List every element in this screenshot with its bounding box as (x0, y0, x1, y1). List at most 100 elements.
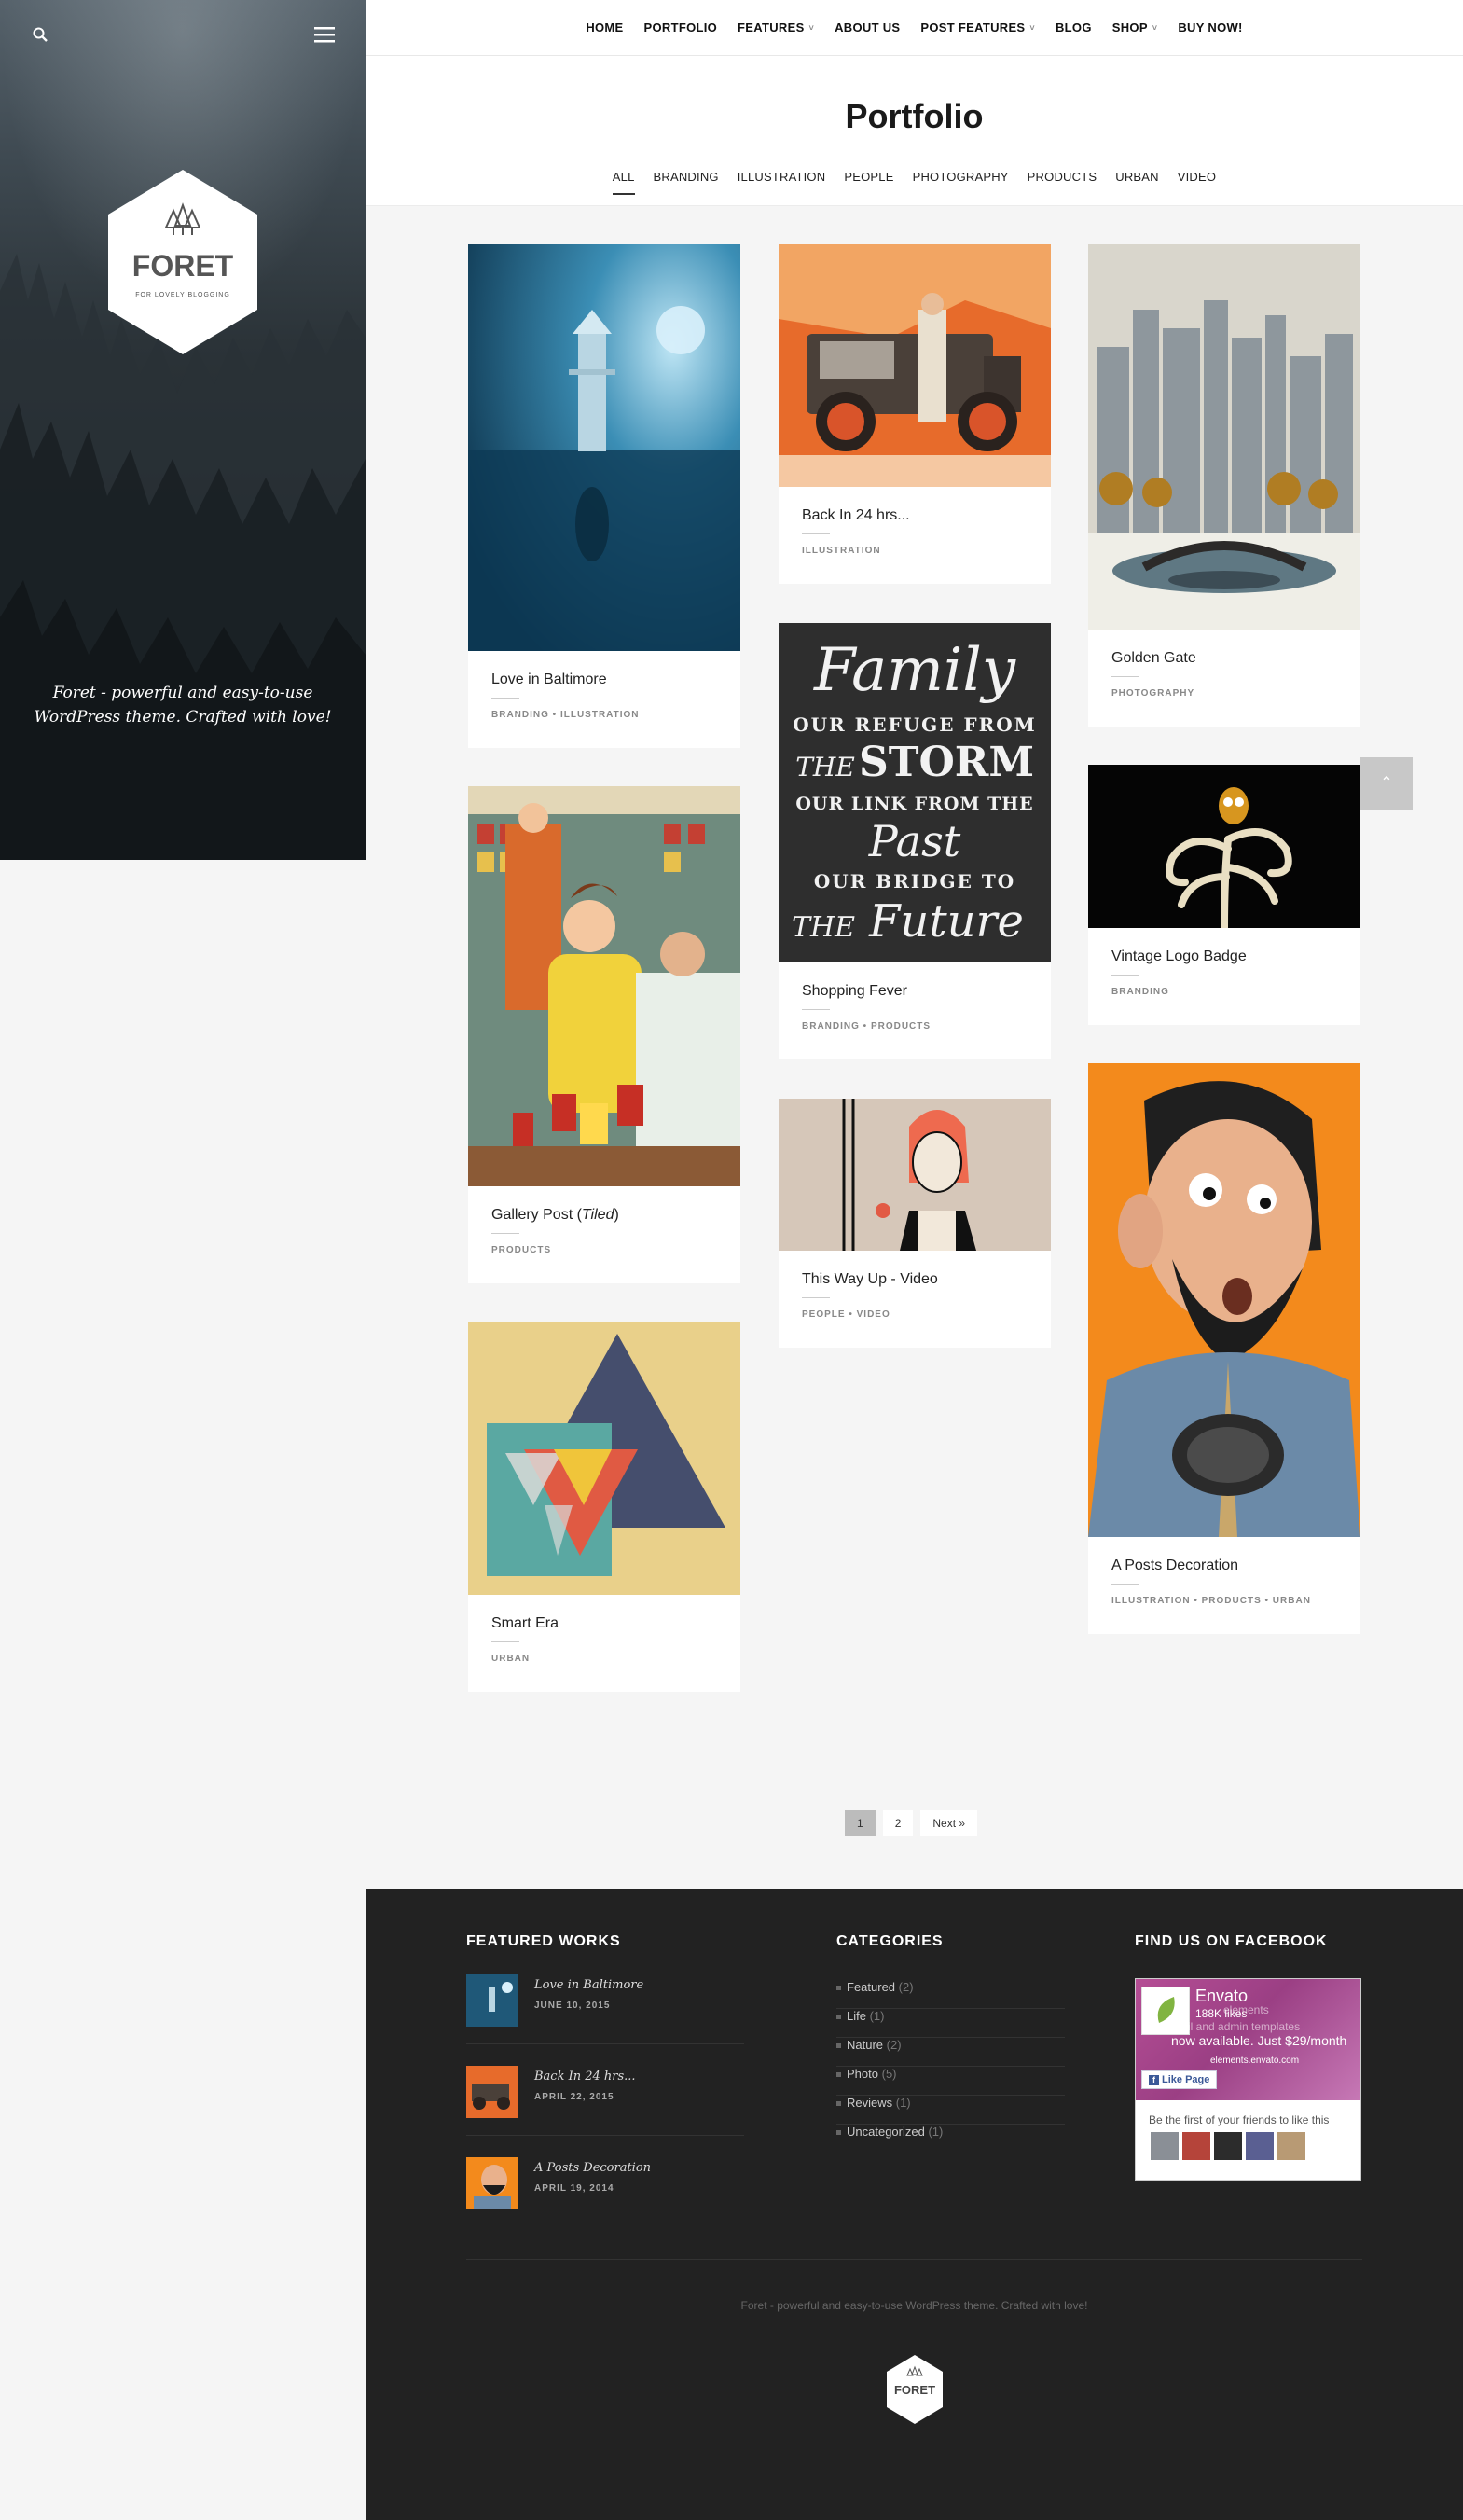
card-title[interactable]: A Posts Decoration (1111, 1558, 1337, 1574)
filter-products[interactable]: PRODUCTS (1028, 170, 1097, 193)
svg-text:OUR LINK FROM THE: OUR LINK FROM THE (795, 794, 1033, 814)
card-title[interactable]: Love in Baltimore (491, 672, 717, 688)
card-categories[interactable]: BRANDING (1111, 987, 1337, 997)
nav-item-label: POST FEATURES (920, 21, 1026, 35)
featured-thumb[interactable] (466, 2157, 518, 2209)
card-image-owl-tree[interactable] (1088, 765, 1360, 928)
card-title[interactable]: Gallery Post (Tiled) (491, 1207, 717, 1224)
featured-thumb[interactable] (466, 2066, 518, 2118)
portfolio-card[interactable]: Gallery Post (Tiled) PRODUCTS (468, 786, 740, 1283)
bullet-icon (836, 2072, 841, 2078)
filter-urban[interactable]: URBAN (1115, 170, 1159, 193)
card-title[interactable]: Golden Gate (1111, 650, 1337, 667)
card-image-chalkboard[interactable]: Family OUR REFUGE FROM THE STORM OUR LIN… (779, 623, 1051, 962)
friend-avatar[interactable] (1151, 2132, 1179, 2160)
card-image-lighthouse[interactable] (468, 244, 740, 651)
nav-item-blog[interactable]: BLOG (1056, 21, 1092, 35)
nav-item-shop[interactable]: SHOP ˅ (1112, 21, 1158, 35)
category-name: Life (847, 2009, 866, 2023)
filter-branding[interactable]: BRANDING (654, 170, 719, 193)
page-1-current[interactable]: 1 (845, 1810, 876, 1836)
page-2-link[interactable]: 2 (882, 1810, 914, 1836)
card-image-geometric[interactable] (468, 1322, 740, 1595)
category-item[interactable]: Featured (2) (836, 1980, 1065, 2009)
facebook-ad-url: elements.envato.com (1210, 2056, 1300, 2066)
menu-icon[interactable] (314, 26, 335, 43)
facebook-like-button[interactable]: f Like Page (1141, 2070, 1218, 2089)
category-item[interactable]: Life (1) (836, 2009, 1065, 2038)
card-title[interactable]: Smart Era (491, 1615, 717, 1632)
featured-title[interactable]: Back In 24 hrs... (534, 2070, 636, 2084)
featured-title[interactable]: Love in Baltimore (534, 1978, 643, 1992)
next-page-link[interactable]: Next » (920, 1810, 978, 1836)
card-categories[interactable]: PHOTOGRAPHY (1111, 688, 1337, 699)
category-item[interactable]: Reviews (1) (836, 2096, 1065, 2125)
card-title[interactable]: Vintage Logo Badge (1111, 948, 1337, 965)
nav-item-portfolio[interactable]: PORTFOLIO (644, 21, 718, 35)
search-icon[interactable] (32, 26, 48, 43)
nav-item-label: FEATURES (738, 21, 805, 35)
portfolio-card[interactable]: Back In 24 hrs... ILLUSTRATION (779, 244, 1051, 584)
portfolio-card[interactable]: This Way Up - Video PEOPLE • VIDEO (779, 1099, 1051, 1348)
category-item[interactable]: Nature (2) (836, 2038, 1065, 2067)
filter-video[interactable]: VIDEO (1178, 170, 1216, 193)
filter-photography[interactable]: PHOTOGRAPHY (913, 170, 1009, 193)
portfolio-card[interactable]: Family OUR REFUGE FROM THE STORM OUR LIN… (779, 623, 1051, 1059)
filter-all[interactable]: ALL (612, 170, 635, 195)
portfolio-card[interactable]: Smart Era URBAN (468, 1322, 740, 1692)
nav-item-features[interactable]: FEATURES ˅ (738, 21, 814, 35)
card-title[interactable]: Shopping Fever (802, 983, 1028, 1000)
category-item[interactable]: Photo (5) (836, 2067, 1065, 2096)
category-name: Featured (847, 1980, 896, 1994)
svg-text:OUR REFUGE FROM: OUR REFUGE FROM (793, 713, 1037, 736)
footer-logo[interactable]: FORET (887, 2355, 943, 2424)
svg-text:OUR BRIDGE TO: OUR BRIDGE TO (814, 870, 1015, 893)
featured-work-item[interactable]: A Posts Decoration APRIL 19, 2014 (466, 2157, 746, 2213)
card-image-grocery[interactable] (468, 786, 740, 1186)
chevron-up-icon: ⌃ (1380, 775, 1393, 791)
site-logo[interactable]: FORET FOR LOVELY BLOGGING (108, 170, 257, 354)
filter-illustration[interactable]: ILLUSTRATION (738, 170, 826, 193)
card-categories[interactable]: PEOPLE • VIDEO (802, 1309, 1028, 1320)
facebook-page-name[interactable]: Envato (1195, 1987, 1248, 2006)
friend-avatar[interactable] (1246, 2132, 1274, 2160)
category-item[interactable]: Uncategorized (1) (836, 2125, 1065, 2153)
featured-work-item[interactable]: Back In 24 hrs... APRIL 22, 2015 (466, 2066, 746, 2122)
friend-avatar[interactable] (1214, 2132, 1242, 2160)
card-image-vintage-car[interactable] (779, 244, 1051, 487)
friend-avatar[interactable] (1182, 2132, 1210, 2160)
nav-item-label: BUY NOW! (1178, 21, 1243, 35)
featured-date: JUNE 10, 2015 (534, 2001, 611, 2011)
card-categories[interactable]: BRANDING • PRODUCTS (802, 1021, 1028, 1032)
card-categories[interactable]: PRODUCTS (491, 1245, 717, 1255)
portfolio-card[interactable]: A Posts Decoration ILLUSTRATION • PRODUCT… (1088, 1063, 1360, 1634)
featured-title[interactable]: A Posts Decoration (534, 2161, 651, 2175)
portfolio-card[interactable]: Vintage Logo Badge BRANDING (1088, 765, 1360, 1025)
nav-item-home[interactable]: HOME (586, 21, 623, 35)
divider (491, 1233, 519, 1234)
category-count: (1) (869, 2009, 885, 2023)
portfolio-card[interactable]: Love in Baltimore BRANDING • ILLUSTRATION (468, 244, 740, 748)
friend-avatar[interactable] (1277, 2132, 1305, 2160)
card-image-red-hair-girl[interactable] (779, 1099, 1051, 1251)
categories-heading: CATEGORIES (836, 1933, 944, 1949)
chevron-down-icon: ˅ (1152, 22, 1158, 33)
facebook-widget[interactable]: elements s, email and admin templates no… (1135, 1978, 1361, 2181)
featured-work-item[interactable]: Love in Baltimore JUNE 10, 2015 (466, 1974, 746, 2030)
card-title[interactable]: Back In 24 hrs... (802, 507, 1028, 524)
portfolio-card[interactable]: Golden Gate PHOTOGRAPHY (1088, 244, 1360, 727)
card-image-bearded-knight[interactable] (1088, 1063, 1360, 1537)
card-categories[interactable]: ILLUSTRATION • PRODUCTS • URBAN (1111, 1596, 1337, 1606)
featured-thumb[interactable] (466, 1974, 518, 2027)
card-categories[interactable]: ILLUSTRATION (802, 546, 1028, 556)
card-categories[interactable]: BRANDING • ILLUSTRATION (491, 710, 717, 720)
filter-people[interactable]: PEOPLE (844, 170, 893, 193)
card-title[interactable]: This Way Up - Video (802, 1271, 1028, 1288)
nav-item-buy-now[interactable]: BUY NOW! (1178, 21, 1242, 35)
card-categories[interactable]: URBAN (491, 1654, 717, 1664)
nav-item-post-features[interactable]: POST FEATURES ˅ (920, 21, 1035, 35)
nav-item-about-us[interactable]: ABOUT US (835, 21, 900, 35)
card-image-city-park[interactable] (1088, 244, 1360, 630)
scroll-to-top-button[interactable]: ⌃ (1360, 757, 1413, 810)
facebook-heading: FIND US ON FACEBOOK (1135, 1933, 1328, 1949)
